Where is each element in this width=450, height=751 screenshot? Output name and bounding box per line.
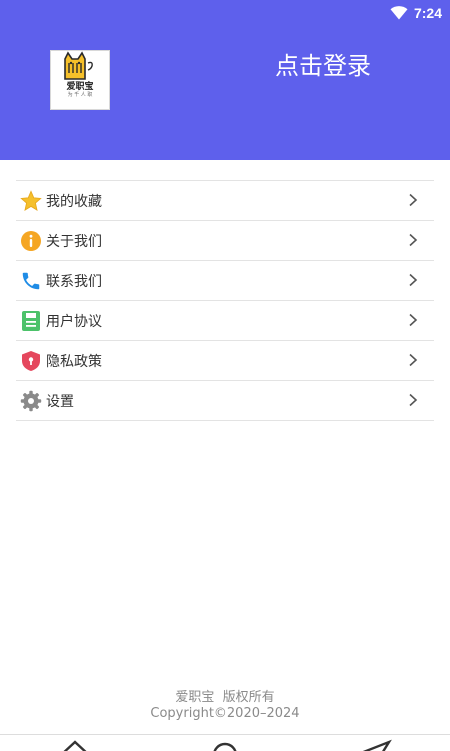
menu-item-label: 设置 [46,393,74,410]
footer-copyright-years: Copyright©2020–2024 [150,706,300,721]
menu-item-label: 隐私政策 [46,353,102,370]
chevron-right-icon [409,233,418,247]
document-icon [20,310,42,332]
info-icon [20,230,42,252]
status-bar: 7:24 [390,3,442,23]
menu-item-label: 用户协议 [46,313,102,330]
menu-item-settings[interactable]: 设置 [16,381,434,421]
menu-list: 我的收藏 关于我们 联系我们 用户协议 隐私政策 设置 [16,180,434,421]
system-nav-bar [0,734,450,751]
home-icon[interactable] [57,739,93,751]
header: 7:24 爱职宝 为 千 人 职 点击登录 [0,0,450,160]
menu-item-contact[interactable]: 联系我们 [16,261,434,301]
menu-item-privacy-policy[interactable]: 隐私政策 [16,341,434,381]
chevron-right-icon [409,313,418,327]
footer: 爱职宝 版权所有 Copyright©2020–2024 [0,690,450,722]
phone-icon [20,270,42,292]
menu-item-about[interactable]: 关于我们 [16,221,434,261]
app-logo[interactable]: 爱职宝 为 千 人 职 [50,50,110,110]
send-icon[interactable] [357,739,393,751]
star-icon [20,189,42,212]
shield-icon [20,350,42,372]
footer-copyright-owner: 爱职宝 版权所有 [175,690,275,705]
menu-item-user-agreement[interactable]: 用户协议 [16,301,434,341]
gear-icon [20,390,42,412]
chevron-right-icon [409,393,418,407]
menu-item-favorites[interactable]: 我的收藏 [16,181,434,221]
status-time: 7:24 [413,5,442,21]
chevron-right-icon [409,193,418,207]
search-icon[interactable] [207,739,243,751]
wifi-icon [390,6,408,20]
logo-slogan: 为 千 人 职 [67,92,93,98]
chevron-right-icon [409,273,418,287]
chevron-right-icon [409,353,418,367]
logo-name: 爱职宝 [66,82,94,92]
menu-item-label: 关于我们 [46,233,102,250]
menu-item-label: 联系我们 [46,273,102,290]
menu-item-label: 我的收藏 [46,193,102,210]
login-button[interactable]: 点击登录 [275,46,371,81]
cat-logo-icon [64,51,93,80]
